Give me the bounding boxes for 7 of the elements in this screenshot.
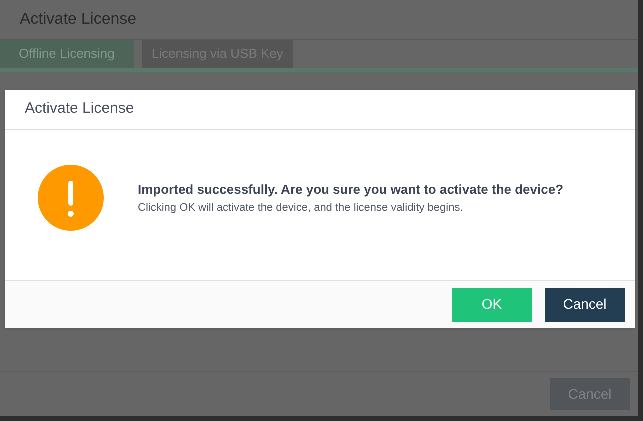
window-title: Activate License bbox=[20, 10, 137, 30]
ok-button[interactable]: OK bbox=[452, 288, 532, 322]
cancel-button[interactable]: Cancel bbox=[545, 288, 625, 322]
warning-icon bbox=[38, 165, 104, 231]
dialog-heading: Imported successfully. Are you sure you want to activate the device? bbox=[138, 180, 564, 199]
dialog-title: Activate License bbox=[25, 99, 134, 120]
dialog-message: Clicking OK will activate the device, and the license validity begins. bbox=[138, 201, 464, 216]
